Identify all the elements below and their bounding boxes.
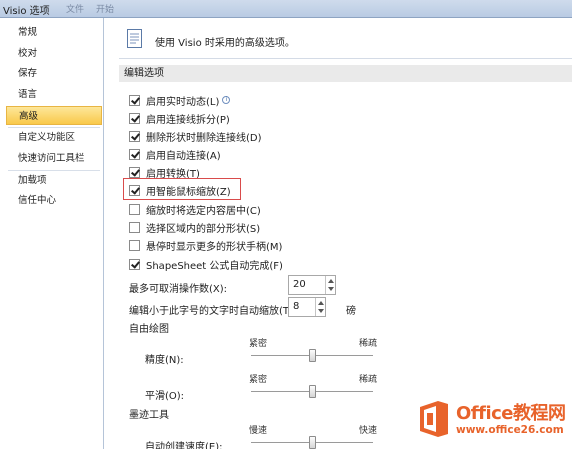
option-select-partial-shapes[interactable]: 选择区域内的部分形状(S): [129, 220, 261, 235]
undo-count-value: 20: [293, 279, 306, 290]
option-label: 选择区域内的部分形状(S): [146, 223, 261, 235]
sidebar-item-advanced[interactable]: 高级: [6, 106, 102, 125]
option-label: 缩放时将选定内容居中(C): [146, 205, 261, 217]
option-intellimouse-zoom[interactable]: 用智能鼠标缩放(Z): [129, 183, 231, 198]
zoom-text-size-stepper[interactable]: 8: [288, 297, 326, 317]
option-center-selection-on-zoom[interactable]: 缩放时将选定内容居中(C): [129, 202, 261, 217]
option-transitions[interactable]: 启用转换(T): [129, 165, 200, 180]
sidebar-item-language[interactable]: 语言: [6, 85, 102, 104]
group-ink-tools: 墨迹工具: [129, 410, 169, 421]
zoom-text-size-unit: 磅: [346, 306, 356, 317]
slider-right-label: 快速: [359, 426, 378, 436]
checkbox[interactable]: [129, 130, 140, 142]
sidebar-item-quick-access[interactable]: 快速访问工具栏: [6, 149, 102, 168]
auto-create-speed-label: 自动创建速度(E):: [145, 442, 223, 449]
zoom-text-size-label: 编辑小于此字号的文字时自动缩放(T):: [129, 306, 297, 317]
watermark-logo: Office教程网 www.office26.com: [410, 395, 572, 449]
option-shapesheet-autocomplete[interactable]: ShapeSheet 公式自动完成(F): [129, 257, 283, 272]
window-title: Visio 选项: [3, 6, 50, 17]
checkbox[interactable]: [129, 166, 140, 178]
office-logo-icon: [420, 401, 448, 437]
ghost-tab-home: 开始: [96, 5, 115, 15]
option-label: 启用自动连接(A): [146, 150, 221, 162]
option-delete-connectors[interactable]: 删除形状时删除连接线(D): [129, 129, 262, 144]
options-content: 使用 Visio 时采用的高级选项。 编辑选项 启用实时动态(L) i 启用连接…: [105, 18, 572, 449]
option-more-handles-on-hover[interactable]: 悬停时显示更多的形状手柄(M): [129, 238, 283, 253]
sidebar-item-addins[interactable]: 加载项: [6, 171, 102, 190]
undo-count-stepper[interactable]: 20: [288, 275, 336, 295]
option-label: ShapeSheet 公式自动完成(F): [146, 260, 283, 272]
watermark-title: Office教程网: [456, 403, 566, 424]
watermark-url: www.office26.com: [456, 424, 564, 436]
option-label: 删除形状时删除连接线(D): [146, 132, 262, 144]
option-label: 启用实时动态(L): [146, 96, 220, 108]
sidebar-item-save[interactable]: 保存: [6, 64, 102, 83]
checkbox[interactable]: [129, 184, 140, 196]
header-divider: [119, 58, 572, 59]
checkbox[interactable]: [129, 258, 140, 270]
title-bar: Visio 选项 文件 开始: [0, 0, 572, 18]
slider-right-label: 稀疏: [359, 339, 378, 349]
options-page-icon: [127, 29, 142, 48]
slider-left-label: 紧密: [249, 339, 268, 349]
checkbox[interactable]: [129, 94, 140, 106]
group-freeform-drawing: 自由绘图: [129, 324, 169, 335]
info-icon[interactable]: i: [222, 96, 231, 104]
section-editing-options: 编辑选项: [119, 65, 572, 82]
slider-thumb[interactable]: [309, 385, 316, 398]
spin-down-icon[interactable]: [328, 287, 334, 291]
spin-arrows[interactable]: [315, 298, 325, 316]
slider-left-label: 紧密: [249, 375, 268, 385]
option-label: 启用连接线拆分(P): [146, 114, 230, 126]
sidebar-item-general[interactable]: 常规: [6, 23, 102, 42]
sidebar-item-customize-ribbon[interactable]: 自定义功能区: [6, 128, 102, 147]
checkbox[interactable]: [129, 221, 140, 233]
spin-up-icon[interactable]: [318, 301, 324, 305]
option-label: 用智能鼠标缩放(Z): [146, 186, 231, 198]
zoom-text-size-value: 8: [293, 301, 300, 312]
checkbox[interactable]: [129, 239, 140, 251]
options-sidebar: 常规 校对 保存 语言 高级 自定义功能区 快速访问工具栏 加载项 信任中心: [0, 18, 104, 449]
ghost-tab-file: 文件: [66, 5, 85, 15]
checkbox[interactable]: [129, 148, 140, 160]
option-live-dynamics[interactable]: 启用实时动态(L) i: [129, 93, 231, 108]
spin-arrows[interactable]: [325, 276, 335, 294]
undo-count-label: 最多可取消操作数(X):: [129, 284, 228, 295]
sidebar-item-trust-center[interactable]: 信任中心: [6, 191, 102, 210]
slider-right-label: 稀疏: [359, 375, 378, 385]
checkbox[interactable]: [129, 112, 140, 124]
spin-up-icon[interactable]: [328, 279, 334, 283]
option-label: 悬停时显示更多的形状手柄(M): [146, 241, 283, 253]
slider-left-label: 慢速: [249, 426, 268, 436]
slider-thumb[interactable]: [309, 349, 316, 362]
checkbox[interactable]: [129, 203, 140, 215]
option-connector-splitting[interactable]: 启用连接线拆分(P): [129, 111, 230, 126]
sidebar-item-proofing[interactable]: 校对: [6, 44, 102, 63]
page-description: 使用 Visio 时采用的高级选项。: [155, 38, 295, 49]
smoothing-label: 平滑(O):: [145, 391, 185, 402]
spin-down-icon[interactable]: [318, 309, 324, 313]
option-autoconnect[interactable]: 启用自动连接(A): [129, 147, 221, 162]
slider-thumb[interactable]: [309, 436, 316, 449]
precision-label: 精度(N):: [145, 355, 184, 366]
